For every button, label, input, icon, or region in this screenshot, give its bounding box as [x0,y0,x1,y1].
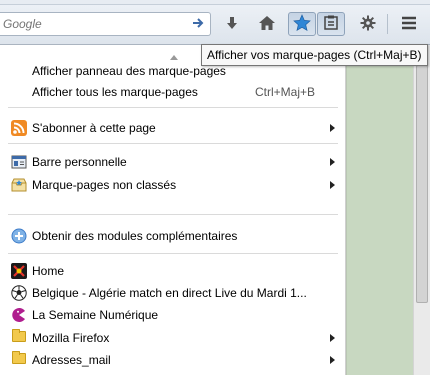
page-background [347,45,413,375]
bookmark-star-icon [293,13,311,35]
menu-item-label: S'abonner à cette page [32,121,156,135]
home-icon [258,15,276,34]
bookmark-item[interactable]: Belgique - Algérie match en direct Live … [0,282,345,304]
submenu-arrow-icon [330,356,335,364]
gear-icon [360,15,376,34]
menu-item-personal-toolbar[interactable]: Barre personnelle [0,151,345,173]
settings-button[interactable] [354,12,382,36]
bookmark-folder-item[interactable]: Adresses_mail [0,349,345,371]
menu-item-get-addons[interactable]: Obtenir des modules complémentaires [0,225,345,247]
addons-icon [11,228,27,244]
menu-item-label: Adresses_mail [32,353,111,367]
menu-item-label: Obtenir des modules complémentaires [32,229,238,243]
menu-scroll-up-icon[interactable] [170,49,178,60]
scroll-thumb[interactable] [416,65,428,303]
bookmarks-tooltip: Afficher vos marque-pages (Ctrl+Maj+B) [201,44,428,66]
bookmark-item[interactable]: La Semaine Numérique [0,304,345,326]
menu-item-label: Marque-pages non classés [32,178,177,192]
search-input[interactable] [3,14,173,34]
soccer-ball-icon [11,285,27,301]
toolbar-separator [387,14,388,34]
menu-separator [8,107,338,108]
page-scrollbar[interactable] [413,45,430,375]
download-icon [224,15,240,34]
bookmarks-menu-button[interactable] [317,12,345,36]
main-menu-button[interactable] [395,12,423,36]
toolbar-top-edge [0,0,430,5]
menu-item-label: Mozilla Firefox [32,331,110,345]
folder-icon [12,329,26,342]
bookmark-folder-item[interactable]: Mozilla Firefox [0,327,345,349]
folder-icon [12,351,26,364]
search-go-icon[interactable] [190,16,206,32]
bookmark-star-button[interactable] [288,12,316,36]
hamburger-menu-icon [401,16,417,33]
submenu-arrow-icon [330,124,335,132]
bookmarks-toolbar-icon [11,154,27,170]
bookmarks-menu-icon [323,15,339,34]
semaine-numerique-icon [11,307,27,323]
unsorted-bookmarks-icon [11,177,27,193]
submenu-arrow-icon [330,158,335,166]
menu-item-label: Belgique - Algérie match en direct Live … [32,286,307,300]
menu-item-shortcut: Ctrl+Maj+B [255,85,316,99]
menu-separator [8,143,338,144]
menu-separator [8,214,338,215]
home-site-icon [11,263,27,279]
menu-item-label: Barre personnelle [32,155,127,169]
menu-item-label: Afficher panneau des marque-pages [32,64,226,78]
search-box[interactable] [0,12,211,36]
menu-item-label: Home [32,264,65,278]
home-button[interactable] [253,12,281,36]
menu-item-unsorted-bookmarks[interactable]: Marque-pages non classés [0,174,345,196]
download-button[interactable] [218,12,246,36]
menu-item-show-all-bookmarks[interactable]: Afficher tous les marque-pages Ctrl+Maj+… [0,81,345,103]
navigation-toolbar [0,0,430,45]
rss-icon [11,120,27,136]
bookmarks-menu-popup: Afficher panneau des marque-pages Affich… [0,45,346,375]
menu-item-label: Afficher tous les marque-pages [32,85,198,99]
bookmark-item[interactable]: Home [0,260,345,282]
submenu-arrow-icon [330,334,335,342]
menu-item-label: La Semaine Numérique [32,308,159,322]
menu-item-subscribe[interactable]: S'abonner à cette page [0,117,345,139]
submenu-arrow-icon [330,181,335,189]
menu-separator [8,253,338,254]
